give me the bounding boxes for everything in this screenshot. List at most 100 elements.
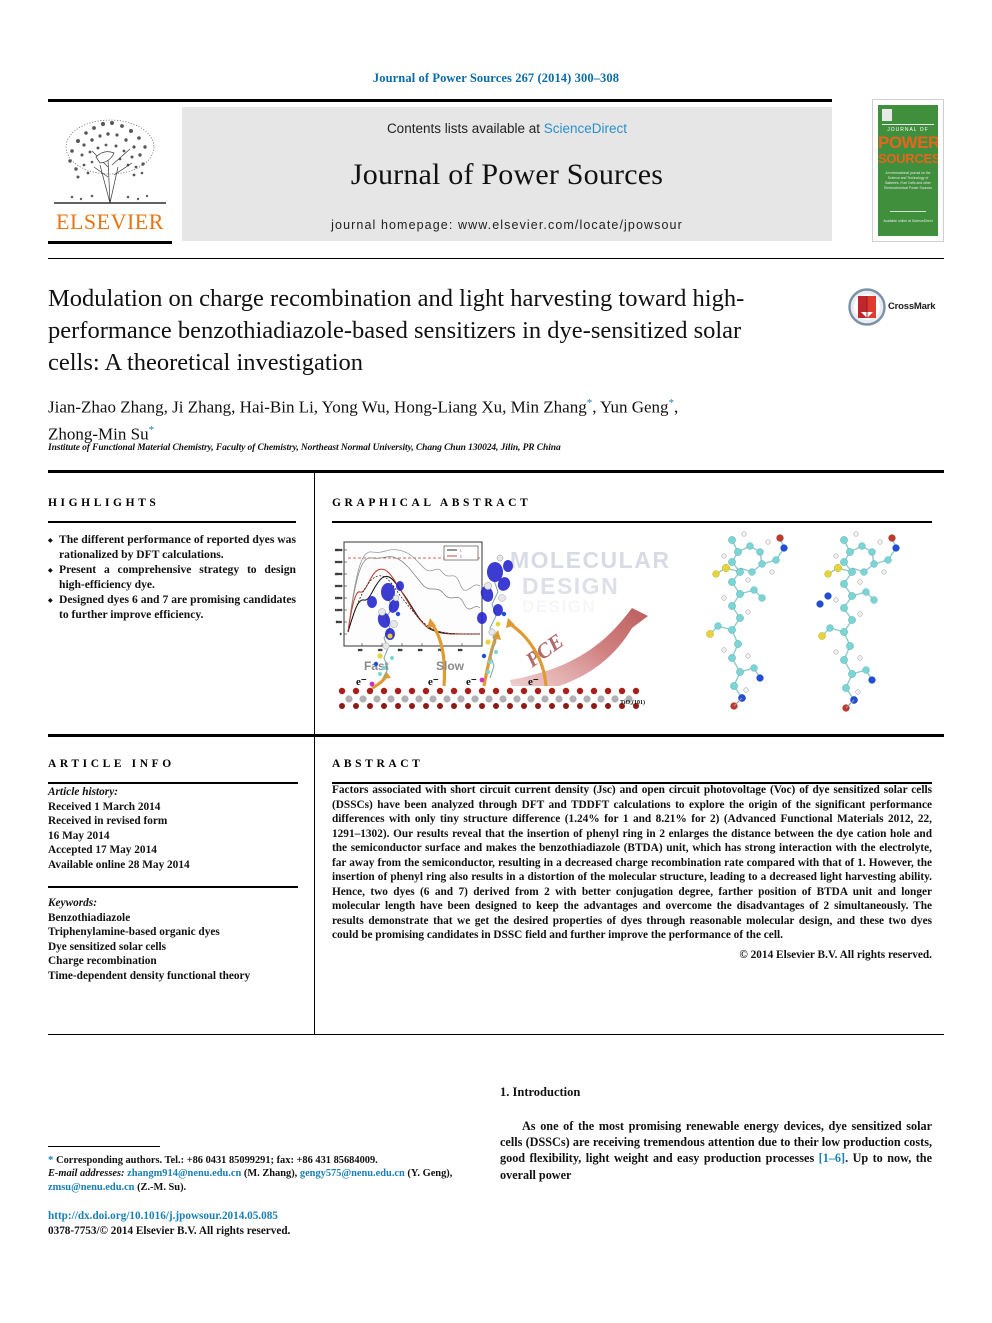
absorption-spectra-inset: 35000 30000 25000 20000 15000 10000 5000… bbox=[335, 541, 483, 652]
article-info-divider bbox=[48, 886, 298, 888]
masthead-top-rule bbox=[48, 99, 832, 102]
journal-cover-art: JOURNAL OF POWER SOURCES An internationa… bbox=[878, 105, 938, 236]
contents-prefix-text: Contents lists available at bbox=[386, 121, 544, 136]
history-accepted: Accepted 17 May 2014 bbox=[48, 844, 157, 857]
cover-footer-text: Available online at ScienceDirect bbox=[883, 219, 933, 223]
email-link-su[interactable]: zmsu@nenu.edu.cn bbox=[48, 1182, 134, 1193]
reference-citation-link[interactable]: [1–6] bbox=[819, 1151, 845, 1165]
section-top-rule bbox=[48, 470, 944, 473]
email-attr-geng: (Y. Geng), bbox=[404, 1168, 453, 1180]
keyword-item: Charge recombination bbox=[48, 955, 157, 968]
history-received: Received 1 March 2014 bbox=[48, 800, 161, 813]
slow-label: Slow bbox=[436, 659, 465, 673]
corresponding-marker: * bbox=[148, 423, 155, 436]
svg-text:DESIGN: DESIGN bbox=[522, 597, 596, 616]
keywords-label: Keywords: bbox=[48, 897, 97, 909]
article-info-underline bbox=[48, 782, 298, 784]
introduction-heading: 1. Introduction bbox=[500, 1085, 581, 1099]
svg-text:15000: 15000 bbox=[335, 596, 343, 600]
authors-text-part3: Zhong-Min Su bbox=[48, 424, 149, 444]
corresponding-authors-text: Corresponding authors. Tel.: +86 0431 85… bbox=[56, 1155, 378, 1166]
elsevier-wordmark: ELSEVIER bbox=[56, 209, 164, 234]
column-divider-lower bbox=[314, 734, 315, 1034]
tio2-label: TiO₂(101) bbox=[620, 699, 645, 706]
title-top-rule bbox=[48, 258, 944, 259]
elsevier-bottom-rule bbox=[48, 241, 172, 244]
journal-article-page: Journal of Power Sources 267 (2014) 300–… bbox=[0, 0, 992, 1323]
svg-text:600: 600 bbox=[418, 648, 423, 652]
introduction-paragraph: As one of the most promising renewable e… bbox=[500, 1118, 932, 1183]
cover-top-rule bbox=[882, 124, 934, 125]
electron-label: e⁻ bbox=[528, 676, 539, 688]
svg-text:30000: 30000 bbox=[335, 560, 343, 564]
elsevier-tree-icon bbox=[54, 119, 166, 204]
history-online: Available online 28 May 2014 bbox=[48, 858, 190, 871]
article-history-block: Article history: Received 1 March 2014 R… bbox=[48, 785, 298, 873]
abstract-heading: ABSTRACT bbox=[332, 758, 424, 770]
crossmark-label: CrossMark bbox=[888, 301, 936, 312]
highlights-heading: HIGHLIGHTS bbox=[48, 497, 160, 509]
svg-text:500: 500 bbox=[398, 648, 403, 652]
history-revised-date: 16 May 2014 bbox=[48, 829, 110, 842]
graphical-abstract-figure[interactable]: MOLECULAR DESIGN DESIGN 35000 30000 2500… bbox=[332, 528, 932, 713]
journal-title: Journal of Power Sources bbox=[350, 158, 664, 191]
svg-text:800: 800 bbox=[458, 648, 463, 652]
svg-text:20000: 20000 bbox=[335, 584, 343, 588]
crossmark-badge[interactable]: CrossMark bbox=[848, 288, 944, 330]
article-info-heading: ARTICLE INFO bbox=[48, 758, 175, 770]
list-item: Present a comprehensive strategy to desi… bbox=[48, 563, 296, 592]
cover-power-word: POWER bbox=[878, 133, 938, 152]
journal-banner: Contents lists available at ScienceDirec… bbox=[182, 107, 832, 241]
corresponding-marker: * bbox=[668, 397, 675, 409]
list-item: The different performance of reported dy… bbox=[48, 533, 296, 562]
article-history-label: Article history: bbox=[48, 786, 118, 798]
history-revised-label: Received in revised form bbox=[48, 815, 168, 828]
doi-and-issn-block: http://dx.doi.org/10.1016/j.jpowsour.201… bbox=[48, 1209, 488, 1239]
running-head-citation: Journal of Power Sources 267 (2014) 300–… bbox=[372, 71, 620, 85]
cover-footer-rule bbox=[890, 211, 926, 212]
sciencedirect-link[interactable]: ScienceDirect bbox=[544, 121, 627, 136]
footnote-asterisk: * bbox=[48, 1154, 54, 1166]
abstract-text: Factors associated with short circuit cu… bbox=[332, 784, 932, 942]
elsevier-logo: ELSEVIER bbox=[48, 107, 172, 244]
email-addresses-label: E-mail addresses: bbox=[48, 1168, 125, 1180]
svg-text:DESIGN: DESIGN bbox=[522, 573, 619, 599]
issn-copyright-line: 0378-7753/© 2014 Elsevier B.V. All right… bbox=[48, 1225, 291, 1237]
graphical-abstract-underline bbox=[332, 521, 932, 523]
cover-sources-word: SOURCES bbox=[878, 151, 938, 166]
svg-text:300: 300 bbox=[358, 648, 363, 652]
list-item: Designed dyes 6 and 7 are promising cand… bbox=[48, 593, 296, 622]
svg-text:MOLECULAR: MOLECULAR bbox=[510, 547, 670, 573]
email-attr-zhang: (M. Zhang), bbox=[241, 1168, 300, 1180]
journal-cover-thumbnail[interactable]: JOURNAL OF POWER SOURCES An internationa… bbox=[872, 99, 944, 242]
cover-subtitle: An international journal on the Science … bbox=[884, 171, 932, 190]
journal-homepage-link[interactable]: journal homepage: www.elsevier.com/locat… bbox=[182, 218, 832, 232]
email-link-geng[interactable]: gengy575@nenu.edu.cn bbox=[300, 1168, 405, 1179]
author-affiliation: Institute of Functional Material Chemist… bbox=[48, 443, 561, 453]
page-title: Modulation on charge recombination and l… bbox=[48, 285, 745, 376]
highlights-list: The different performance of reported dy… bbox=[48, 533, 296, 624]
corresponding-author-footnote: * Corresponding authors. Tel.: +86 0431 … bbox=[48, 1154, 488, 1194]
svg-text:5000: 5000 bbox=[336, 620, 342, 624]
abstract-body: Factors associated with short circuit cu… bbox=[332, 783, 932, 963]
footnote-rule bbox=[48, 1146, 160, 1147]
keyword-item: Time-dependent density functional theory bbox=[48, 969, 251, 982]
electron-label: e⁻ bbox=[428, 676, 439, 688]
electron-label: e⁻ bbox=[356, 676, 367, 688]
authors-text-part1: Jian-Zhao Zhang, Ji Zhang, Hai-Bin Li, Y… bbox=[48, 397, 587, 417]
doi-link[interactable]: http://dx.doi.org/10.1016/j.jpowsour.201… bbox=[48, 1209, 488, 1224]
keyword-item: Dye sensitized solar cells bbox=[48, 940, 167, 953]
svg-text:25000: 25000 bbox=[335, 572, 343, 576]
cover-elsevier-mark bbox=[882, 109, 892, 121]
author-list: Jian-Zhao Zhang, Ji Zhang, Hai-Bin Li, Y… bbox=[48, 397, 679, 444]
abstract-bottom-rule bbox=[48, 1034, 944, 1035]
tio2-surface: TiO₂(101) bbox=[336, 686, 648, 709]
svg-text:400: 400 bbox=[378, 648, 383, 652]
email-attr-su: (Z.-M. Su). bbox=[134, 1181, 187, 1193]
email-link-zhang[interactable]: zhangm914@nenu.edu.cn bbox=[127, 1168, 241, 1179]
svg-text:10000: 10000 bbox=[335, 608, 343, 612]
electron-label: e⁻ bbox=[466, 676, 477, 688]
keyword-item: Benzothiadiazole bbox=[48, 911, 131, 924]
journal-masthead: ELSEVIER Contents lists available at Sci… bbox=[48, 99, 944, 244]
graphical-abstract-heading: GRAPHICAL ABSTRACT bbox=[332, 497, 532, 509]
